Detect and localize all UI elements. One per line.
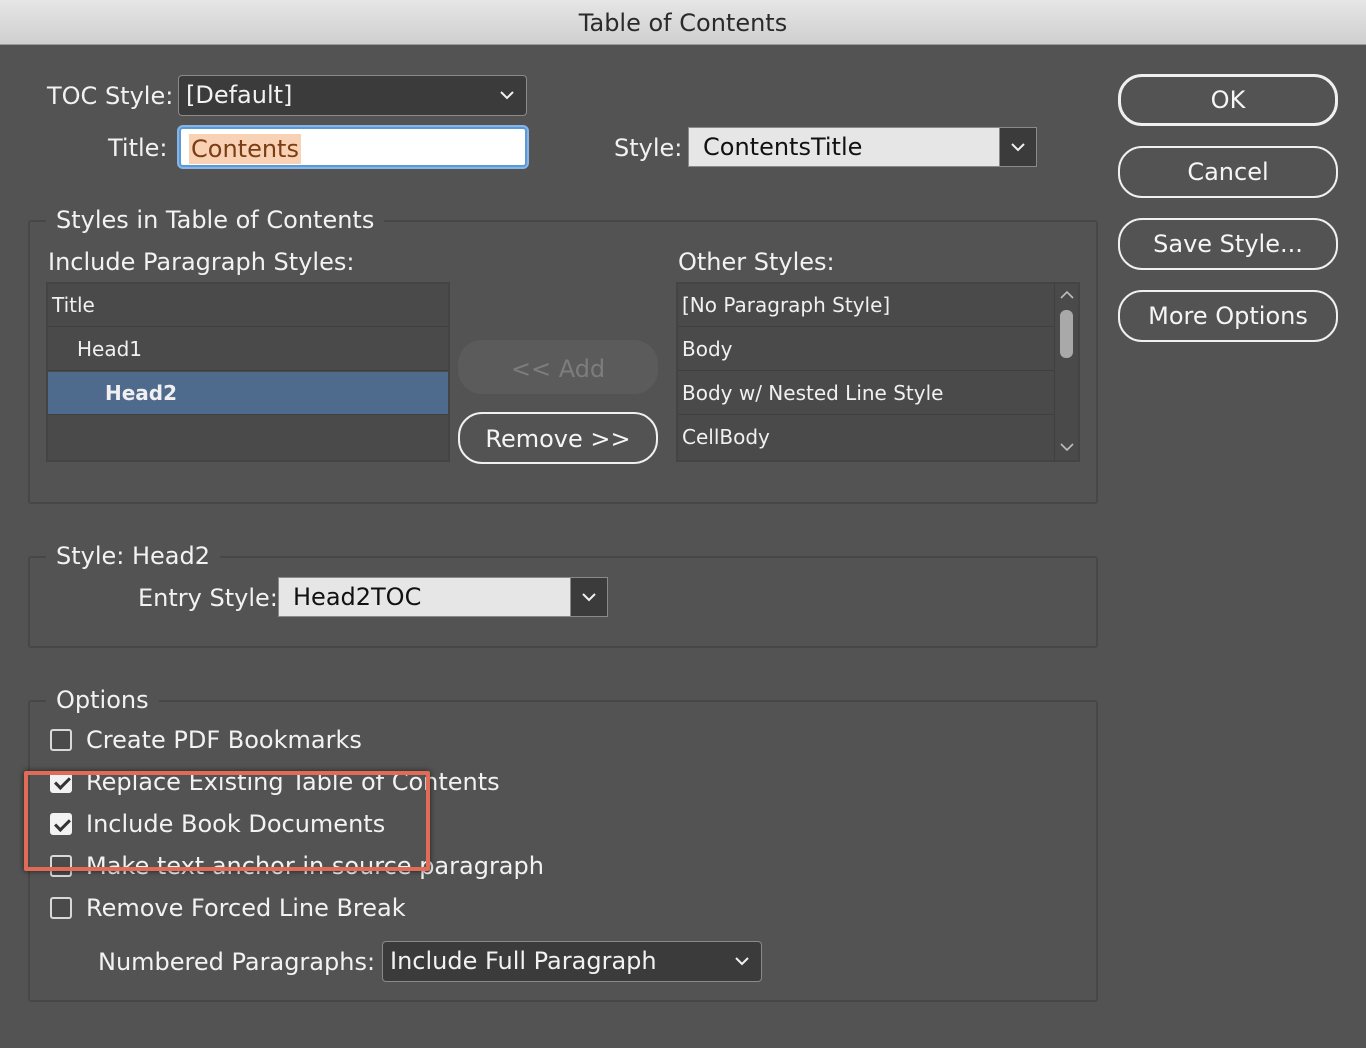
title-style-combo[interactable]: ContentsTitle <box>688 127 1037 167</box>
remove-button[interactable]: Remove >> <box>458 412 658 464</box>
toc-style-dropdown[interactable]: [Default] <box>178 75 527 116</box>
add-button[interactable]: << Add <box>458 340 658 394</box>
entry-style-dropdown-button[interactable] <box>570 578 607 616</box>
scrollbar[interactable] <box>1054 284 1078 460</box>
list-item[interactable]: Head1 <box>48 328 448 371</box>
title-style-value: ContentsTitle <box>703 133 863 161</box>
checkbox-label: Remove Forced Line Break <box>86 894 406 922</box>
other-styles-label: Other Styles: <box>678 248 835 276</box>
chevron-down-icon <box>582 593 596 602</box>
entry-style-label: Entry Style: <box>138 584 278 612</box>
window-title: Table of Contents <box>0 0 1366 45</box>
save-style-button[interactable]: Save Style... <box>1118 218 1338 270</box>
list-item[interactable]: Body <box>678 328 1054 371</box>
scrollbar-thumb[interactable] <box>1060 310 1073 358</box>
ok-button[interactable]: OK <box>1118 74 1338 126</box>
include-styles-label: Include Paragraph Styles: <box>48 248 355 276</box>
list-item[interactable]: [No Paragraph Style] <box>678 284 1054 327</box>
title-input[interactable]: Contents <box>179 127 527 167</box>
title-style-label: Style: <box>614 134 683 162</box>
toc-style-value: [Default] <box>186 81 293 109</box>
more-options-button[interactable]: More Options <box>1118 290 1338 342</box>
entry-style-value: Head2TOC <box>293 583 422 611</box>
entry-style-group-legend: Style: Head2 <box>46 542 221 570</box>
include-styles-list[interactable]: Title Head1 Head2 <box>46 282 450 462</box>
styles-group-legend: Styles in Table of Contents <box>46 206 385 234</box>
cancel-button[interactable]: Cancel <box>1118 146 1338 198</box>
title-style-dropdown-button[interactable] <box>999 128 1036 166</box>
numbered-paragraphs-value: Include Full Paragraph <box>390 947 657 975</box>
numbered-paragraphs-dropdown[interactable]: Include Full Paragraph <box>382 941 762 982</box>
chevron-up-icon[interactable] <box>1060 290 1074 299</box>
checkbox-box[interactable] <box>50 897 72 919</box>
list-item-selected[interactable]: Head2 <box>48 372 448 415</box>
entry-style-combo[interactable]: Head2TOC <box>278 577 608 617</box>
title-label: Title: <box>108 134 168 162</box>
annotation-highlight-box <box>24 771 430 871</box>
checkbox-label: Create PDF Bookmarks <box>86 726 362 754</box>
chevron-down-icon <box>500 91 514 100</box>
checkbox-box[interactable] <box>50 729 72 751</box>
chevron-down-icon <box>1011 143 1025 152</box>
title-input-value: Contents <box>189 134 301 164</box>
list-item[interactable]: Body w/ Nested Line Style <box>678 372 1054 415</box>
list-item[interactable]: Title <box>48 284 448 327</box>
other-styles-list[interactable]: [No Paragraph Style] Body Body w/ Nested… <box>676 282 1080 462</box>
chevron-down-icon <box>735 957 749 966</box>
chevron-down-icon[interactable] <box>1060 443 1074 452</box>
list-item[interactable]: CellBody <box>678 416 1054 459</box>
numbered-paragraphs-label: Numbered Paragraphs: <box>98 948 376 976</box>
toc-style-label: TOC Style: <box>47 82 174 110</box>
options-group-legend: Options <box>46 686 159 714</box>
